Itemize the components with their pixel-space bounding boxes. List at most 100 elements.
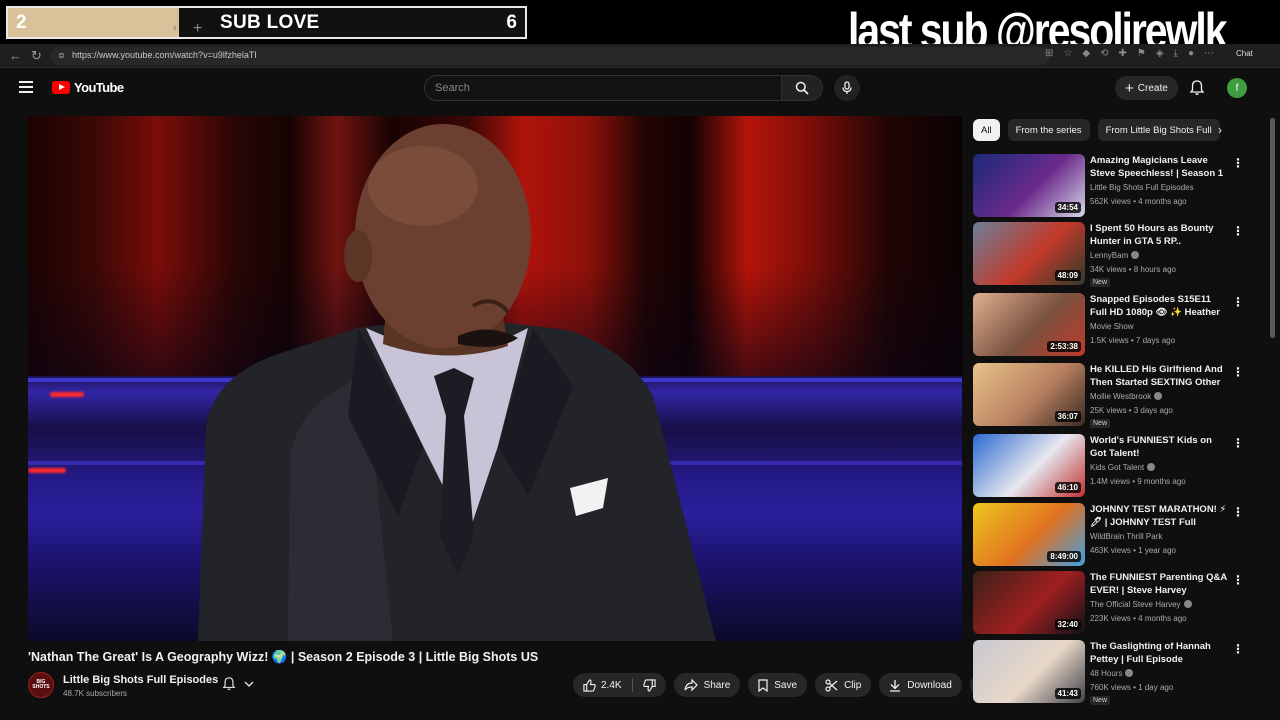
url-field[interactable]: ⊜ https://www.youtube.com/watch?v=u9lfzh… [50,47,1050,65]
recommended-video-title[interactable]: I Spent 50 Hours as Bounty Hunter in GTA… [1090,222,1228,248]
like-button[interactable]: 2.4K [573,678,632,692]
recommended-video[interactable]: 48:09 I Spent 50 Hours as Bounty Hunter i… [973,222,1253,287]
create-label: Create [1137,82,1168,94]
filter-chip[interactable]: From Little Big Shots Full [1097,119,1220,141]
extension-icon[interactable]: ✚ [1118,48,1126,59]
recommended-video-title[interactable]: World's FUNNIEST Kids on Got Talent! [1090,434,1228,460]
extension-icon[interactable]: ◈ [1156,48,1164,59]
more-vertical-icon[interactable]: ⋮ [1232,505,1244,519]
recommended-video[interactable]: 41:43 The Gaslighting of Hannah Pettey | … [973,640,1253,705]
video-thumbnail[interactable]: 41:43 [973,640,1085,703]
youtube-logo[interactable]: YouTube [52,80,124,95]
save-button[interactable]: Save [748,673,808,697]
recommended-video-title[interactable]: He KILLED His Girlfriend And Then Starte… [1090,363,1228,389]
video-thumbnail[interactable]: 8:49:00 [973,503,1085,566]
downloads-icon[interactable]: ⤓ [1174,48,1178,59]
more-vertical-icon[interactable]: ⋮ [1232,573,1244,587]
site-info-icon[interactable]: ⊜ [58,51,68,61]
video-duration: 32:40 [1054,619,1081,630]
scrollbar-thumb[interactable] [1270,118,1275,338]
extension-icon[interactable]: ◆ [1082,48,1090,59]
recommended-video[interactable]: 32:40 The FUNNIEST Parenting Q&A EVER! | … [973,571,1253,635]
recommended-video-channel[interactable]: LennyBam [1090,251,1140,260]
video-thumbnail[interactable]: 46:10 [973,434,1085,497]
share-button[interactable]: Share [673,673,741,697]
more-vertical-icon[interactable]: ⋮ [1232,436,1244,450]
chip-all[interactable]: All [973,119,1000,141]
create-button[interactable]: + Create [1115,76,1178,100]
browser-tabstrip: 2 SUB LOVE 6 ‹ + last sub @resoljrewlk [0,0,1280,59]
more-vertical-icon[interactable]: ⋮ [1232,295,1244,309]
video-player[interactable] [28,116,962,641]
recommended-video-meta: 1.5K views • 7 days ago [1090,336,1176,345]
video-thumbnail[interactable]: 2:53:38 [973,293,1085,356]
video-thumbnail[interactable]: 48:09 [973,222,1085,285]
verified-badge-icon [1147,463,1156,471]
search-input[interactable] [425,76,781,100]
reload-icon[interactable]: ↻ [31,48,42,64]
search-button[interactable] [781,75,823,101]
more-vertical-icon[interactable]: ⋮ [1232,224,1244,238]
recommended-video[interactable]: 2:53:38 Snapped Episodes S15E11 Full HD 1… [973,293,1253,357]
video-duration: 41:43 [1054,688,1081,699]
extension-icon[interactable]: ⟲ [1100,48,1108,59]
more-vertical-icon[interactable]: ⋮ [1232,642,1244,656]
recommended-video-title[interactable]: The FUNNIEST Parenting Q&A EVER! | Steve… [1090,571,1228,597]
more-vertical-icon[interactable]: ⋮ [1232,156,1244,170]
recommended-video[interactable]: 8:49:00 JOHNNY TEST MARATHON! ⚡🖊 | JOHNNY… [973,503,1253,567]
new-tab-icon[interactable]: + [193,20,202,38]
bookmark-icon [758,678,768,692]
video-thumbnail[interactable]: 36:07 [973,363,1085,426]
recommended-video-channel[interactable]: The Official Steve Harvey [1090,600,1192,609]
tab-scroll-left-icon[interactable]: ‹ [173,22,177,34]
bell-icon[interactable] [1189,79,1205,96]
account-avatar[interactable]: f [1227,78,1247,98]
channel-name[interactable]: Little Big Shots Full Episodes [63,674,218,686]
recommended-video-meta: 25K views • 3 days ago [1090,406,1173,415]
recommended-video-title[interactable]: The Gaslighting of Hannah Pettey | Full … [1090,640,1228,666]
video-duration: 48:09 [1054,270,1081,281]
notification-settings-button[interactable] [222,676,254,691]
filter-chip[interactable]: From the series [1007,119,1090,141]
extension-icon[interactable]: ⚑ [1137,48,1146,59]
recommended-video[interactable]: 34:54 Amazing Magicians Leave Steve Speec… [973,154,1253,218]
chat-button[interactable]: Chat [1236,49,1253,58]
video-thumbnail[interactable]: 32:40 [973,571,1085,634]
chevron-down-icon [244,681,254,687]
recommended-video-title[interactable]: Snapped Episodes S15E11 Full HD 1080p 👁 … [1090,293,1228,319]
channel-name-text: The Official Steve Harvey [1090,600,1181,609]
channel-name-text: Kids Got Talent [1090,463,1145,472]
recommended-video[interactable]: 46:10 World's FUNNIEST Kids on Got Talent… [973,434,1253,498]
bookmark-star-icon[interactable]: ☆ [1063,48,1072,59]
voice-search-button[interactable] [834,75,860,101]
recommended-video-channel[interactable]: Kids Got Talent [1090,463,1156,472]
recommended-video-title[interactable]: Amazing Magicians Leave Steve Speechless… [1090,154,1228,180]
recommended-video-channel[interactable]: Little Big Shots Full Episodes [1090,183,1194,192]
recommended-video-channel[interactable]: Mollie Westbrook [1090,392,1163,401]
video-thumbnail[interactable]: 34:54 [973,154,1085,217]
video-duration: 34:54 [1054,202,1081,213]
browser-menu-icon[interactable]: ⋯ [1204,48,1214,59]
channel-avatar[interactable]: BIG SHOTS [28,672,54,698]
recommended-video-channel[interactable]: 48 Hours [1090,669,1134,678]
video-duration: 2:53:38 [1047,341,1081,352]
more-vertical-icon[interactable]: ⋮ [1232,365,1244,379]
download-button[interactable]: Download [879,673,962,697]
chevron-right-icon[interactable]: › [1218,123,1222,137]
menu-icon[interactable] [19,81,33,93]
youtube-logo-text: YouTube [74,80,124,95]
recommended-video[interactable]: 36:07 He KILLED His Girlfriend And Then S… [973,363,1253,428]
clip-button[interactable]: Clip [815,673,872,697]
extension-icons: ⊞ ☆ ◆ ⟲ ✚ ⚑ ◈ ⤓ ● ⋯ [1045,48,1214,59]
recommended-video-meta: 463K views • 1 year ago [1090,546,1176,555]
install-app-icon[interactable]: ⊞ [1045,48,1053,59]
recommended-video-channel[interactable]: WildBrain Thrill Park [1090,532,1162,541]
dislike-button[interactable] [633,678,666,692]
profile-icon[interactable]: ● [1188,48,1194,59]
back-icon[interactable]: ← [9,48,22,63]
recommended-video-channel[interactable]: Movie Show [1090,322,1134,331]
browser-address-bar: ← ↻ ⊜ https://www.youtube.com/watch?v=u9… [0,44,1280,68]
download-icon [890,679,901,692]
recommended-video-title[interactable]: JOHNNY TEST MARATHON! ⚡🖊 | JOHNNY TEST F… [1090,503,1228,529]
mic-icon [842,81,852,94]
